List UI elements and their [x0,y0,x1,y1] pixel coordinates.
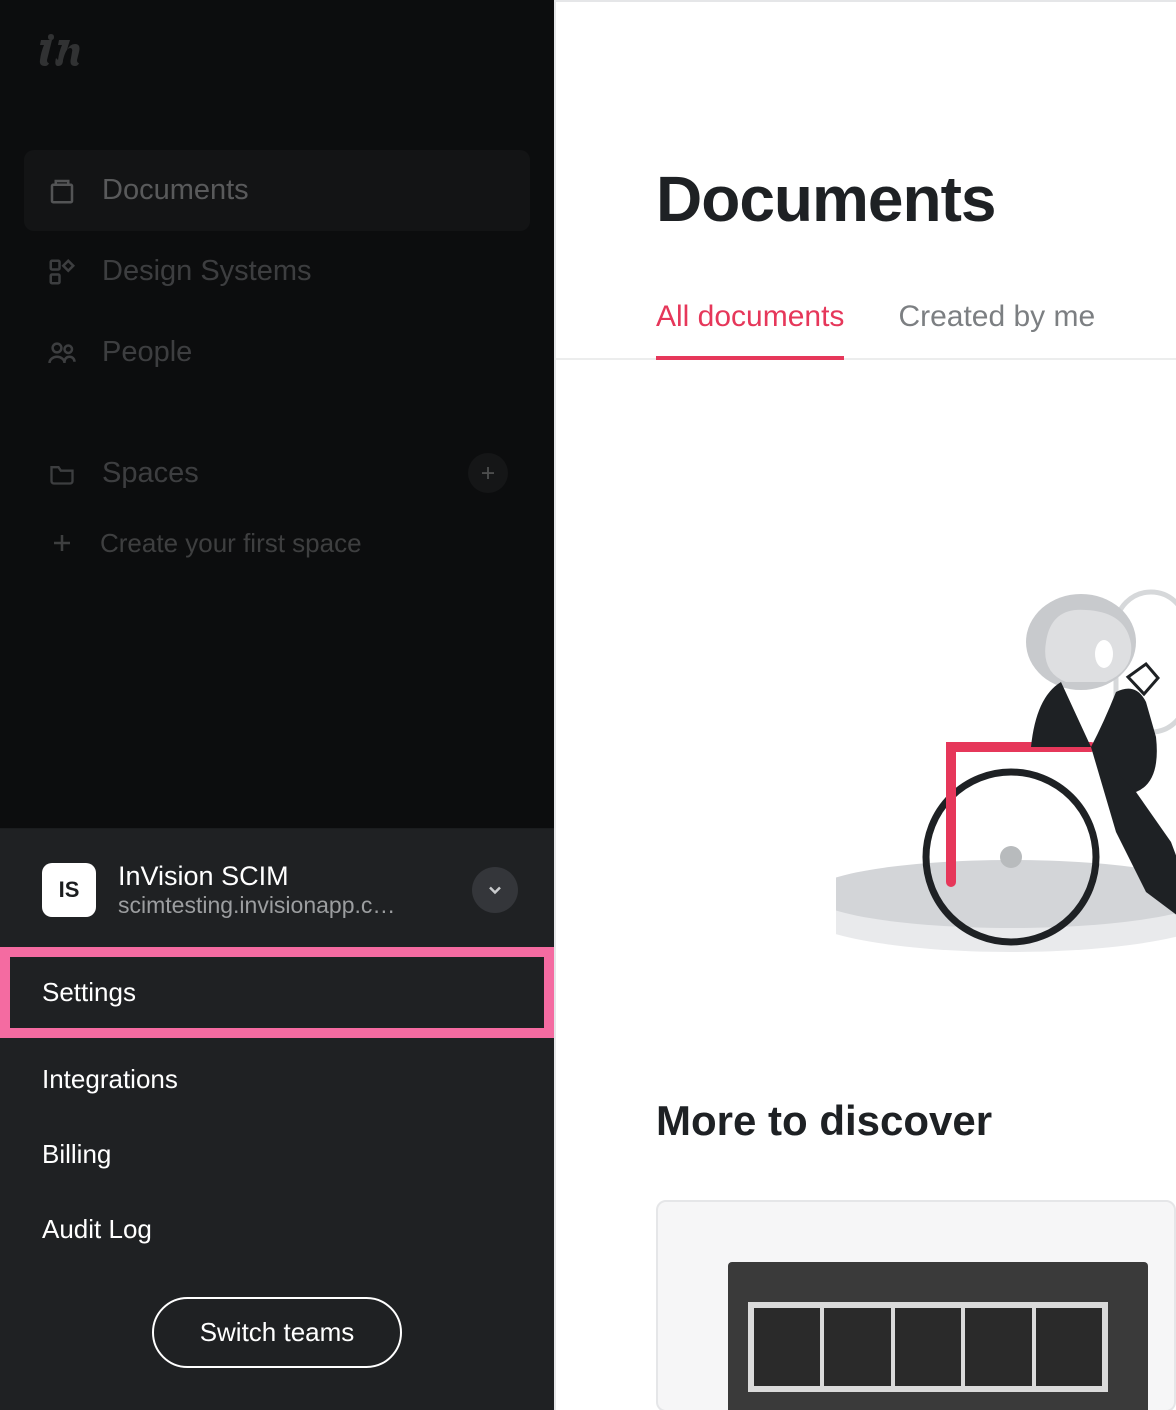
thumbnail [895,1308,961,1386]
invision-logo-icon [34,32,92,72]
tab-created-by-me[interactable]: Created by me [898,300,1095,358]
create-space-label: Create your first space [100,528,362,559]
sidebar: Documents Design Systems People Spaces [0,0,554,1410]
switch-teams-button[interactable]: Switch teams [152,1297,403,1368]
chevron-down-icon [485,880,505,900]
plus-icon [479,464,497,482]
plus-icon [46,527,78,559]
menu-item-integrations[interactable]: Integrations [0,1042,554,1117]
main-content: Documents All documents Created by me Mo… [554,0,1176,1410]
menu-item-settings[interactable]: Settings [0,947,554,1038]
spaces-header: Spaces [24,433,530,513]
design-systems-icon [46,256,78,288]
sidebar-item-documents[interactable]: Documents [24,150,530,231]
logo[interactable] [0,0,554,110]
thumbnail [1036,1308,1102,1386]
tabs: All documents Created by me [556,236,1176,360]
team-name: InVision SCIM [118,861,450,892]
team-info: InVision SCIM scimtesting.invisionapp.c… [118,861,450,919]
menu-item-label: Integrations [42,1064,178,1094]
menu-item-billing[interactable]: Billing [0,1117,554,1192]
discover-card[interactable] [656,1200,1176,1410]
documents-icon [46,175,78,207]
tab-all-documents[interactable]: All documents [656,300,844,360]
switch-teams-wrap: Switch teams [0,1267,554,1410]
card-thumbnails [748,1302,1108,1392]
team-panel: IS InVision SCIM scimtesting.invisionapp… [0,829,554,1410]
team-avatar: IS [42,863,96,917]
thumbnail [754,1308,820,1386]
empty-state-illustration [836,582,1176,1002]
people-icon [46,337,78,369]
sidebar-item-label: Documents [102,174,249,207]
team-url: scimtesting.invisionapp.c… [118,892,428,919]
nav-section: Documents Design Systems People [0,110,554,393]
folder-icon [46,457,78,489]
page-title: Documents [556,2,1176,236]
discover-title: More to discover [656,1097,992,1145]
add-space-button[interactable] [468,453,508,493]
sidebar-item-people[interactable]: People [24,312,530,393]
team-row[interactable]: IS InVision SCIM scimtesting.invisionapp… [0,829,554,947]
menu-item-label: Audit Log [42,1214,152,1244]
sidebar-item-label: Design Systems [102,255,312,288]
sidebar-item-design-systems[interactable]: Design Systems [24,231,530,312]
menu-item-audit-log[interactable]: Audit Log [0,1192,554,1267]
team-expand-button[interactable] [472,867,518,913]
spaces-label: Spaces [102,457,199,490]
menu-item-label: Billing [42,1139,111,1169]
team-menu: Settings Integrations Billing Audit Log [0,947,554,1267]
menu-item-label: Settings [42,977,136,1007]
spaces-section: Spaces Create your first space [0,393,554,573]
thumbnail [965,1308,1031,1386]
sidebar-item-label: People [102,336,192,369]
thumbnail [824,1308,890,1386]
create-first-space[interactable]: Create your first space [24,513,530,573]
